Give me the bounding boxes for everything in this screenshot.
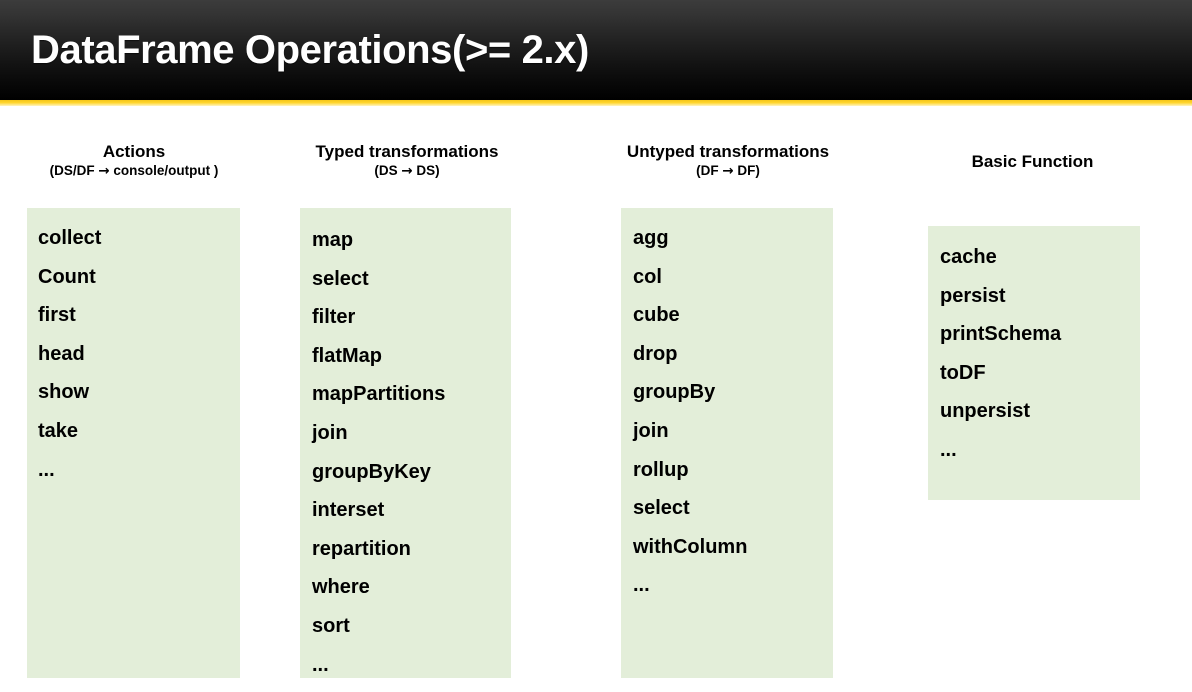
list-item[interactable]: unpersist: [940, 392, 1134, 431]
operations-list-basic: cache persist printSchema toDF unpersist…: [940, 238, 1134, 470]
list-item[interactable]: groupBy: [633, 373, 827, 412]
operations-list-typed: map select filter flatMap mapPartitions …: [312, 221, 505, 684]
title-bar: DataFrame Operations(>= 2.x): [0, 0, 1192, 100]
title-accent-rule: [0, 100, 1192, 106]
column-header-basic: Basic Function: [910, 151, 1155, 172]
list-item[interactable]: head: [38, 335, 234, 374]
column-title: Basic Function: [971, 152, 1094, 171]
arrow-right-icon: →: [722, 163, 734, 179]
column-title: Untyped transformations: [626, 142, 830, 161]
list-item-ellipsis: ...: [940, 438, 957, 461]
list-item[interactable]: select: [633, 489, 827, 528]
list-item[interactable]: select: [312, 260, 505, 299]
list-item[interactable]: interset: [312, 491, 505, 530]
list-item-ellipsis: ...: [38, 458, 55, 481]
list-item[interactable]: agg: [633, 219, 827, 258]
list-item[interactable]: Count: [38, 258, 234, 297]
subtitle-target: console/output ): [113, 163, 219, 178]
list-item[interactable]: col: [633, 258, 827, 297]
list-item[interactable]: take: [38, 412, 234, 451]
list-item[interactable]: mapPartitions: [312, 375, 505, 414]
list-item[interactable]: cube: [633, 296, 827, 335]
operations-box-basic: cache persist printSchema toDF unpersist…: [928, 226, 1140, 500]
column-subtitle: (DS → DS): [283, 162, 531, 180]
subtitle-target: DF): [737, 163, 760, 178]
operations-box-actions: collect Count first head show take ...: [27, 208, 240, 678]
arrow-right-icon: →: [98, 163, 110, 179]
subtitle-source: (DF: [696, 163, 719, 178]
column-subtitle: (DS/DF → console/output ): [10, 162, 258, 180]
list-item[interactable]: persist: [940, 277, 1134, 316]
subtitle-source: (DS: [374, 163, 398, 178]
list-item[interactable]: join: [312, 414, 505, 453]
column-header-untyped: Untyped transformations (DF → DF): [597, 141, 859, 180]
list-item[interactable]: join: [633, 412, 827, 451]
list-item[interactable]: sort: [312, 607, 505, 646]
list-item[interactable]: first: [38, 296, 234, 335]
operations-box-typed: map select filter flatMap mapPartitions …: [300, 208, 511, 678]
list-item[interactable]: map: [312, 221, 505, 260]
column-subtitle: (DF → DF): [597, 162, 859, 180]
list-item[interactable]: withColumn: [633, 528, 827, 567]
operations-box-untyped: agg col cube drop groupBy join rollup se…: [621, 208, 833, 678]
slide-canvas: DataFrame Operations(>= 2.x) Actions (DS…: [0, 0, 1192, 692]
column-title: Actions: [102, 142, 166, 161]
list-item[interactable]: where: [312, 568, 505, 607]
list-item[interactable]: printSchema: [940, 315, 1134, 354]
list-item[interactable]: collect: [38, 219, 234, 258]
page-title: DataFrame Operations(>= 2.x): [31, 28, 589, 72]
subtitle-source: (DS/DF: [49, 163, 95, 178]
list-item[interactable]: flatMap: [312, 337, 505, 376]
list-item-ellipsis: ...: [633, 574, 650, 597]
column-header-typed: Typed transformations (DS → DS): [283, 141, 531, 180]
operations-list-actions: collect Count first head show take ...: [38, 219, 234, 489]
list-item[interactable]: groupByKey: [312, 453, 505, 492]
list-item[interactable]: repartition: [312, 530, 505, 569]
column-title: Typed transformations: [315, 142, 499, 161]
list-item[interactable]: cache: [940, 238, 1134, 277]
column-header-actions: Actions (DS/DF → console/output ): [10, 141, 258, 180]
list-item[interactable]: rollup: [633, 451, 827, 490]
operations-list-untyped: agg col cube drop groupBy join rollup se…: [633, 219, 827, 605]
arrow-right-icon: →: [401, 163, 413, 179]
subtitle-target: DS): [416, 163, 440, 178]
list-item-ellipsis: ...: [312, 653, 329, 676]
list-item[interactable]: show: [38, 373, 234, 412]
list-item[interactable]: drop: [633, 335, 827, 374]
list-item[interactable]: toDF: [940, 354, 1134, 393]
list-item[interactable]: filter: [312, 298, 505, 337]
